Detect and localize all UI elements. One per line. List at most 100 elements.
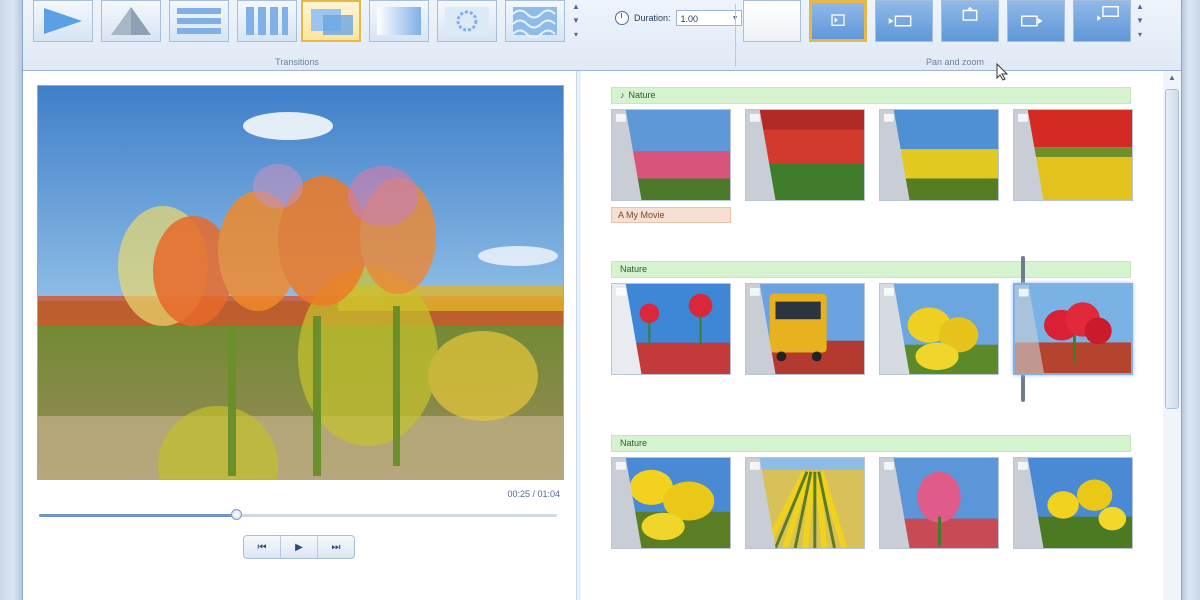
music-track-bar[interactable]: Nature xyxy=(611,261,1131,278)
pan-zoom-pan-up[interactable] xyxy=(941,0,999,42)
preview-pane: 00:25 / 01:04 ⏮ ▶ ⏭ xyxy=(23,71,576,600)
pan-zoom-pan-right[interactable] xyxy=(1007,0,1065,42)
pan-zoom-none[interactable] xyxy=(743,0,801,42)
transition-fade[interactable] xyxy=(369,0,429,42)
music-track-label: Nature xyxy=(628,90,656,100)
clip-thumbnail xyxy=(880,284,998,374)
ribbon-separator xyxy=(735,4,736,66)
preview-image xyxy=(38,86,563,479)
ribbon: ▲ ▼ ▾ Transitions Duration: 1.00▼ ▲ xyxy=(23,0,1181,71)
pan-zoom-gallery-scroll[interactable]: ▲ ▼ ▾ xyxy=(1135,0,1145,44)
gallery-up-icon[interactable]: ▲ xyxy=(571,0,581,14)
previous-frame-icon: ⏮ xyxy=(257,541,267,553)
gallery-down-icon[interactable]: ▼ xyxy=(571,14,581,28)
clip-thumbnail xyxy=(880,458,998,548)
gallery-up-icon[interactable]: ▲ xyxy=(1135,0,1145,14)
duration-label: Duration: xyxy=(634,13,671,23)
storyboard: ♪ Nature A My Movie Nature Nature xyxy=(581,71,1163,600)
clock-icon xyxy=(615,11,629,25)
clip-thumbnail xyxy=(746,458,864,548)
music-track-bar[interactable]: ♪ Nature xyxy=(611,87,1131,104)
window-frame-left xyxy=(0,0,23,600)
scroll-up-icon[interactable]: ▲ xyxy=(1163,73,1181,85)
transition-horizontal-bars[interactable] xyxy=(169,0,229,42)
mouse-cursor-icon xyxy=(996,63,1009,81)
play-icon: ▶ xyxy=(295,541,303,553)
scrollbar-thumb[interactable] xyxy=(1165,89,1179,409)
window-frame-right xyxy=(1181,0,1200,600)
title-caption-label: My Movie xyxy=(626,210,665,220)
storyboard-clip[interactable] xyxy=(879,109,999,201)
storyboard-clip[interactable] xyxy=(1013,457,1133,549)
transition-pattern[interactable] xyxy=(505,0,565,42)
seek-bar[interactable] xyxy=(39,509,557,520)
clip-thumbnail xyxy=(612,110,730,200)
storyboard-clip[interactable] xyxy=(611,109,731,201)
storyboard-clip[interactable] xyxy=(745,283,865,375)
clip-thumbnail xyxy=(880,110,998,200)
transition-slide-right[interactable] xyxy=(33,0,93,42)
next-frame-icon: ⏭ xyxy=(331,541,341,553)
clip-thumbnail xyxy=(1015,285,1131,373)
clip-thumbnail xyxy=(1014,458,1132,548)
seek-bar-thumb[interactable] xyxy=(230,509,242,520)
transitions-group: ▲ ▼ ▾ Transitions xyxy=(23,0,580,70)
storyboard-clip[interactable] xyxy=(611,283,731,375)
vertical-bars-icon xyxy=(246,7,288,35)
storyboard-clip[interactable] xyxy=(745,457,865,549)
pan-right-icon xyxy=(1020,15,1043,27)
transitions-group-label: Transitions xyxy=(275,57,319,67)
transition-crossfade[interactable] xyxy=(301,0,361,42)
storyboard-clip[interactable] xyxy=(879,283,999,375)
none-icon xyxy=(744,1,800,41)
pan-zoom-zoom-in-center[interactable] xyxy=(809,0,867,42)
play-button[interactable]: ▶ xyxy=(281,536,318,558)
pan-zoom-zoom-out[interactable] xyxy=(1073,0,1131,42)
duration-dropdown[interactable]: 1.00▼ xyxy=(675,10,742,26)
clip-thumbnail xyxy=(746,284,864,374)
storyboard-scrollbar[interactable]: ▲ xyxy=(1163,71,1181,600)
music-track-bar[interactable]: Nature xyxy=(611,435,1131,452)
pixelate-icon xyxy=(445,7,489,35)
pan-left-icon xyxy=(888,15,912,27)
storyboard-clip-selected[interactable] xyxy=(1013,283,1133,375)
triangle-reveal-icon xyxy=(111,7,151,35)
zoom-out-icon xyxy=(1097,6,1119,21)
clip-thumbnail xyxy=(612,458,730,548)
transition-vertical-bars[interactable] xyxy=(237,0,297,42)
fade-icon xyxy=(377,7,421,35)
next-frame-button[interactable]: ⏭ xyxy=(318,536,354,558)
playback-controls: ⏮ ▶ ⏭ xyxy=(243,535,355,559)
storyboard-clip[interactable] xyxy=(745,109,865,201)
clip-thumbnail xyxy=(612,284,730,374)
pan-zoom-pan-left[interactable] xyxy=(875,0,933,42)
storyboard-clip[interactable] xyxy=(879,457,999,549)
title-icon: A xyxy=(618,210,627,220)
previous-frame-button[interactable]: ⏮ xyxy=(244,536,281,558)
timecode: 00:25 / 01:04 xyxy=(507,489,560,499)
seek-bar-progress xyxy=(39,514,236,517)
gallery-down-icon[interactable]: ▼ xyxy=(1135,14,1145,28)
music-track-label: Nature xyxy=(620,438,648,448)
zoom-in-center-icon xyxy=(831,14,845,26)
transition-triangle-reveal[interactable] xyxy=(101,0,161,42)
music-note-icon: ♪ xyxy=(620,90,625,100)
duration-value: 1.00 xyxy=(680,14,699,24)
duration-control: Duration: 1.00▼ xyxy=(615,8,742,28)
clip-thumbnail xyxy=(1014,110,1132,200)
pattern-icon xyxy=(512,7,557,38)
storyboard-clip[interactable] xyxy=(1013,109,1133,201)
storyboard-clip[interactable] xyxy=(611,457,731,549)
pan-up-icon xyxy=(962,6,978,21)
gallery-more-icon[interactable]: ▾ xyxy=(1135,28,1145,42)
clip-thumbnail xyxy=(746,110,864,200)
preview-monitor[interactable] xyxy=(37,85,564,480)
gallery-more-icon[interactable]: ▾ xyxy=(571,28,581,42)
transitions-gallery-scroll[interactable]: ▲ ▼ ▾ xyxy=(571,0,581,44)
title-caption-chip[interactable]: A My Movie xyxy=(611,207,731,223)
slide-right-icon xyxy=(44,8,82,34)
pan-zoom-group-label: Pan and zoom xyxy=(925,57,985,67)
pan-zoom-group: ▲ ▼ ▾ Pan and zoom xyxy=(739,0,1171,70)
horizontal-bars-icon xyxy=(177,8,221,34)
transition-pixelate[interactable] xyxy=(437,0,497,42)
